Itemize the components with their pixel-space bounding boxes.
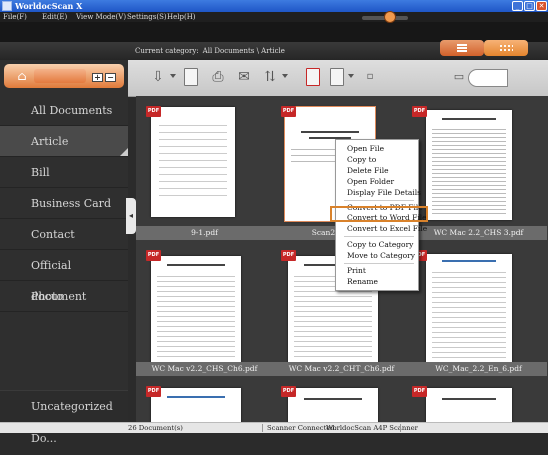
sidebar-item-label: Article [31,135,69,148]
document-caption[interactable]: WC_Mac_2.2_En_6.pdf [410,362,547,376]
search-input[interactable] [468,69,508,87]
category-name-field[interactable] [34,69,86,83]
menu-help[interactable]: Help(H) [167,12,196,22]
status-divider [262,424,263,432]
document-thumbnail[interactable] [426,254,512,364]
menu-print[interactable]: Print [347,265,366,276]
zoom-in-icon[interactable]: ▭ [452,67,466,87]
sidebar-item-bill[interactable]: Bill [0,157,128,188]
export-dropdown-icon[interactable] [348,74,354,78]
document-thumbnail[interactable] [426,388,512,422]
add-category-button[interactable]: + [92,73,103,82]
highlight-box [330,206,428,222]
menu-move-to-category[interactable]: Move to Category [347,250,415,261]
sidebar-item-official-document[interactable]: Official document [0,250,128,303]
sort-dropdown-icon[interactable] [282,74,288,78]
sort-icon[interactable]: ⇅ [260,67,280,87]
grid-view-button[interactable] [484,40,528,56]
sidebar-item-article[interactable]: Article [0,126,128,157]
document-caption[interactable]: WC Mac v2.2_CHS_Ch6.pdf [136,362,273,376]
menu-file[interactable]: File(F) [3,12,27,22]
status-bar: 26 Document(s) Scanner Connected: Worldo… [0,422,548,433]
menu-copy-to[interactable]: Copy to [347,154,376,165]
sidebar-item-contact[interactable]: Contact [0,219,128,250]
current-category: Current category: All Documents \ Article [135,47,285,55]
menu-separator [344,263,414,264]
export-icon[interactable] [330,68,344,86]
home-bar: ⌂ + − [4,64,124,88]
scan-icon[interactable]: ⇩ [148,67,168,87]
menu-settings[interactable]: Settings(S) [127,12,167,22]
menu-delete-file[interactable]: Delete File [347,165,389,176]
menu-view-mode[interactable]: View Mode(V) [76,12,126,22]
pdf-convert-icon[interactable] [306,68,320,86]
list-view-icon [457,44,467,52]
menu-copy-to-category[interactable]: Copy to Category [347,239,413,250]
sidebar-item-photo[interactable]: Photo [0,281,128,312]
menu-rename[interactable]: Rename [347,276,378,287]
menu-separator [344,200,414,201]
sidebar-item-all-documents[interactable]: All Documents [0,95,128,126]
category-sidebar: ⌂ + − All Documents Article Bill Busines… [0,60,128,445]
pdf-badge: PDF [281,106,296,117]
pdf-badge: PDF [146,106,161,117]
status-divider [400,424,401,432]
list-view-button[interactable] [440,40,484,56]
menu-bar: File(F) Edit(E) View Mode(V) Settings(S)… [0,12,548,22]
document-caption[interactable]: WC Mac 2.2_CHS 3.pdf [410,226,547,240]
pdf-badge: PDF [281,386,296,397]
collapse-sidebar-button[interactable]: ◂ [126,198,136,234]
menu-edit[interactable]: Edit(E) [42,12,67,22]
document-thumbnail[interactable] [288,388,378,422]
title-bar: WorldocScan X _ □ ✕ [0,0,548,12]
document-caption[interactable]: 9-1.pdf [136,226,273,240]
zoom-slider-handle[interactable] [384,11,396,23]
pdf-badge: PDF [281,250,296,261]
pdf-badge: PDF [412,106,427,117]
document-thumbnail[interactable] [151,256,241,366]
current-category-path: All Documents \ Article [202,47,285,55]
mail-icon[interactable]: ✉ [234,67,254,87]
header-strip [0,22,548,42]
print-icon[interactable]: ⎙ [208,67,228,87]
scan-dropdown-icon[interactable] [170,74,176,78]
menu-open-folder[interactable]: Open Folder [347,176,394,187]
menu-display-file-details[interactable]: Display File Details [347,187,421,198]
document-caption[interactable]: WC Mac v2.2_CHT_Ch6.pdf [273,362,410,376]
menu-convert-to-excel[interactable]: Convert to Excel File [347,223,427,234]
remove-category-button[interactable]: − [105,73,116,82]
document-thumbnail[interactable] [151,388,241,422]
zoom-out-icon[interactable]: ▫ [360,67,380,87]
pdf-badge: PDF [412,386,427,397]
maximize-button[interactable]: □ [524,1,535,11]
home-icon[interactable]: ⌂ [15,69,29,83]
close-button[interactable]: ✕ [536,1,547,11]
document-icon[interactable] [184,68,198,86]
pdf-badge: PDF [146,250,161,261]
sidebar-item-business-card[interactable]: Business Card [0,188,128,219]
document-thumbnail[interactable] [151,107,235,217]
minimize-button[interactable]: _ [512,1,523,11]
grid-view-icon [499,44,513,52]
window-title: WorldocScan X [15,1,83,11]
app-icon [2,1,12,11]
document-thumbnail[interactable] [426,110,512,220]
menu-open-file[interactable]: Open File [347,143,384,154]
current-category-label: Current category: [135,47,199,55]
menu-separator [344,236,414,237]
pdf-badge: PDF [146,386,161,397]
sidebar-item-uncategorized[interactable]: Uncategorized Do... [0,390,128,445]
fold-corner-icon [120,148,128,156]
